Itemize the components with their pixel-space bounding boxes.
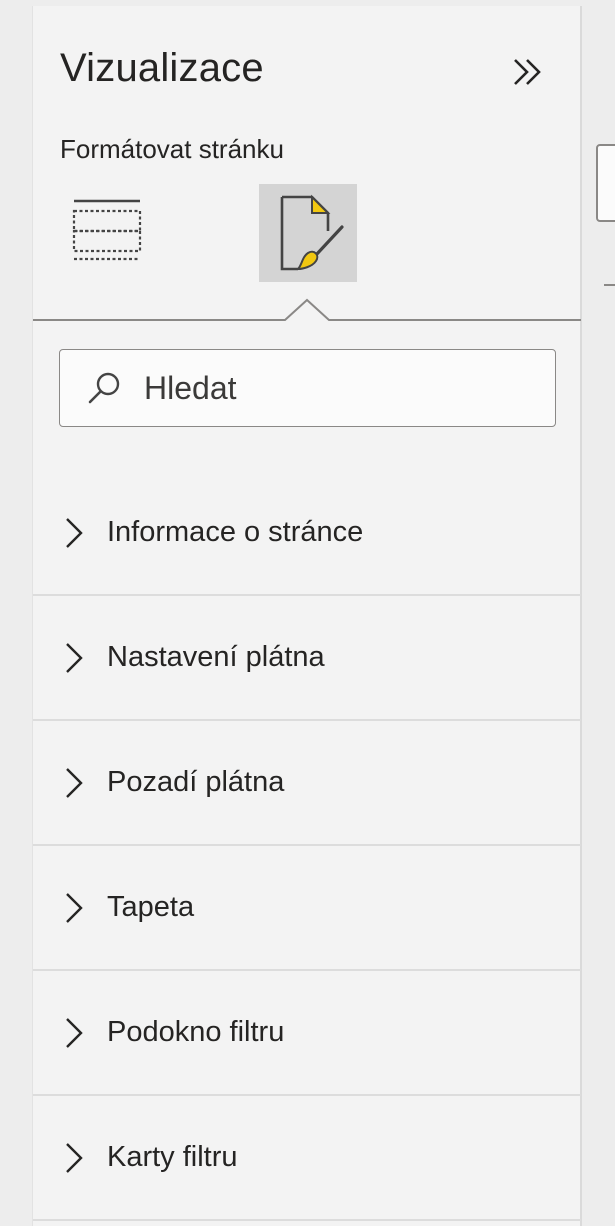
section-label: Tapeta <box>107 891 195 923</box>
pane-title: Vizualizace <box>60 46 264 90</box>
chevron-right-icon <box>59 888 89 928</box>
chevron-right-icon <box>59 1138 89 1178</box>
section-label: Nastavení plátna <box>107 641 325 673</box>
double-chevron-right-icon <box>514 59 541 85</box>
section-label: Pozadí plátna <box>107 766 285 798</box>
section-filter-pane[interactable]: Podokno filtru <box>33 971 581 1096</box>
search-box[interactable] <box>59 349 556 427</box>
page-paintbrush-icon <box>280 194 344 271</box>
chevron-right-icon <box>59 513 89 553</box>
app-frame: Vizualizace Formátovat stránku Hledat In… <box>0 0 615 1226</box>
tab-selection-indicator <box>33 298 581 321</box>
section-label: Karty filtru <box>107 1141 238 1173</box>
chevron-right-icon <box>59 1013 89 1053</box>
chevron-right-icon <box>59 638 89 678</box>
visualizations-pane: Vizualizace Formátovat stránku Hledat In… <box>32 6 582 1226</box>
adjacent-pane-divider <box>604 284 615 286</box>
search-input[interactable] <box>142 368 546 408</box>
collapse-pane-button[interactable] <box>503 46 555 98</box>
tab-format-page[interactable] <box>259 184 357 282</box>
section-filter-cards[interactable]: Karty filtru <box>33 1096 581 1221</box>
section-canvas-settings[interactable]: Nastavení plátna <box>33 596 581 721</box>
format-sections-list: Informace o stránce Nastavení plátna Poz… <box>33 471 581 1221</box>
search-icon <box>84 368 124 408</box>
section-label: Informace o stránce <box>107 516 364 548</box>
section-label: Podokno filtru <box>107 1016 285 1048</box>
dashed-grid-icon <box>72 199 142 261</box>
pane-subtitle: Formátovat stránku <box>60 134 284 164</box>
chevron-right-icon <box>59 763 89 803</box>
section-canvas-background[interactable]: Pozadí plátna <box>33 721 581 846</box>
tab-build-visual[interactable] <box>69 194 145 270</box>
adjacent-pane-input-edge[interactable] <box>596 144 615 222</box>
section-page-information[interactable]: Informace o stránce <box>33 471 581 596</box>
section-wallpaper[interactable]: Tapeta <box>33 846 581 971</box>
